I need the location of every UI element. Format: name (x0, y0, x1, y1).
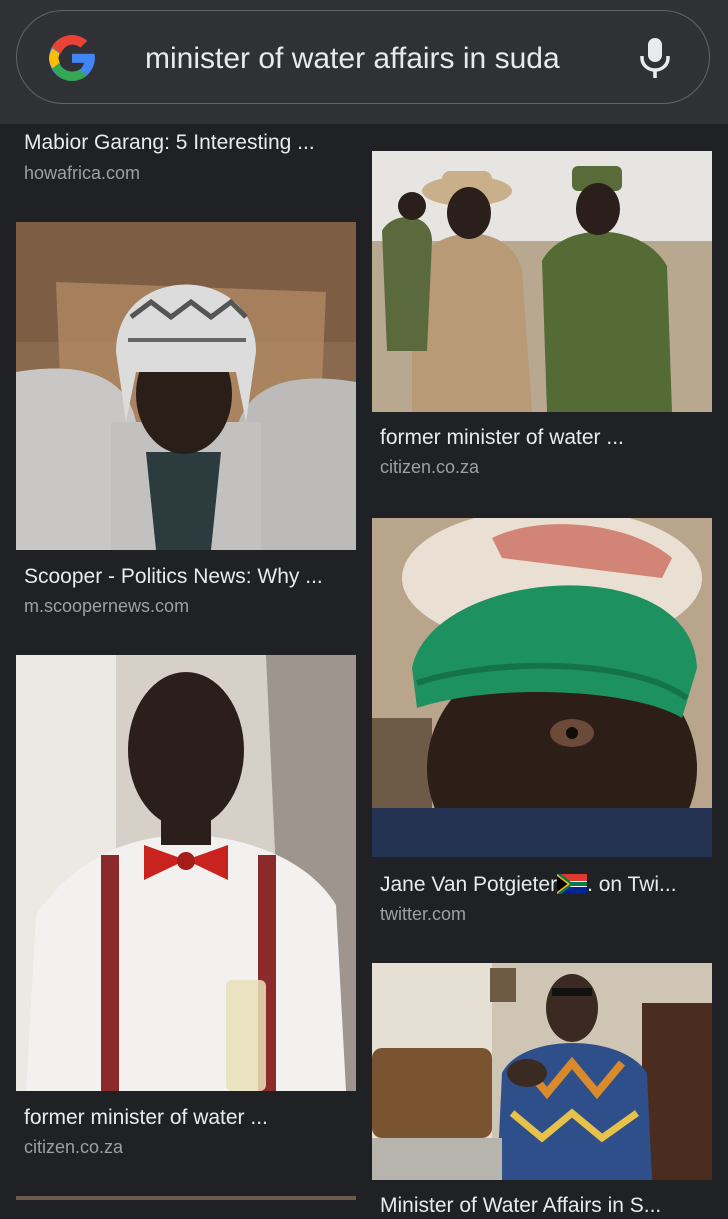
result-title[interactable]: Minister of Water Affairs in S... (380, 1193, 712, 1219)
result-thumbnail[interactable] (372, 151, 712, 412)
result-domain: howafrica.com (24, 163, 141, 183)
google-logo-icon[interactable] (47, 33, 97, 83)
result-thumbnail[interactable] (16, 655, 356, 1091)
result-thumbnail[interactable] (372, 518, 712, 857)
microphone-icon[interactable] (637, 37, 673, 79)
result-title-text: Jane Van Potgieter (380, 873, 558, 896)
result-thumbnail[interactable] (16, 222, 356, 550)
image-result[interactable]: Mabior Garang: 5 Interesting ... howafri… (16, 124, 356, 194)
man-in-green-beanie-photo (372, 518, 712, 857)
man-with-bow-tie-photo (16, 655, 356, 1091)
image-result[interactable]: Minister of Water Affairs in S... (372, 963, 712, 1217)
result-title[interactable]: former minister of water ... (380, 425, 712, 451)
image-result[interactable]: Jane Van Potgieter . on Twi... twitter.c… (372, 518, 712, 928)
man-in-knit-hat-photo (16, 222, 356, 550)
image-result[interactable]: former minister of water ... citizen.co.… (372, 151, 712, 491)
south-africa-flag-icon (557, 874, 588, 894)
result-domain: citizen.co.za (24, 1137, 124, 1157)
men-in-uniforms-photo (372, 151, 712, 412)
result-title[interactable]: Mabior Garang: 5 Interesting ... (24, 130, 356, 156)
image-result[interactable] (16, 1196, 356, 1200)
result-title-text: . on Twi... (587, 873, 677, 896)
result-domain: citizen.co.za (380, 457, 480, 477)
result-title[interactable]: Jane Van Potgieter . on Twi... (380, 872, 712, 898)
result-thumbnail[interactable] (372, 963, 712, 1180)
man-in-patterned-shirt-photo (372, 963, 712, 1180)
image-result[interactable]: former minister of water ... citizen.co.… (16, 655, 356, 1165)
result-domain: twitter.com (380, 904, 467, 924)
result-domain: m.scoopernews.com (24, 596, 190, 616)
result-thumbnail[interactable] (16, 1196, 356, 1200)
search-bar[interactable]: minister of water affairs in suda (16, 10, 710, 104)
search-input[interactable]: minister of water affairs in suda (145, 39, 595, 79)
image-result[interactable]: Scooper - Politics News: Why ... m.scoop… (16, 222, 356, 622)
result-title[interactable]: former minister of water ... (24, 1105, 356, 1131)
search-header: minister of water affairs in suda (0, 0, 728, 124)
result-title[interactable]: Scooper - Politics News: Why ... (24, 564, 356, 590)
